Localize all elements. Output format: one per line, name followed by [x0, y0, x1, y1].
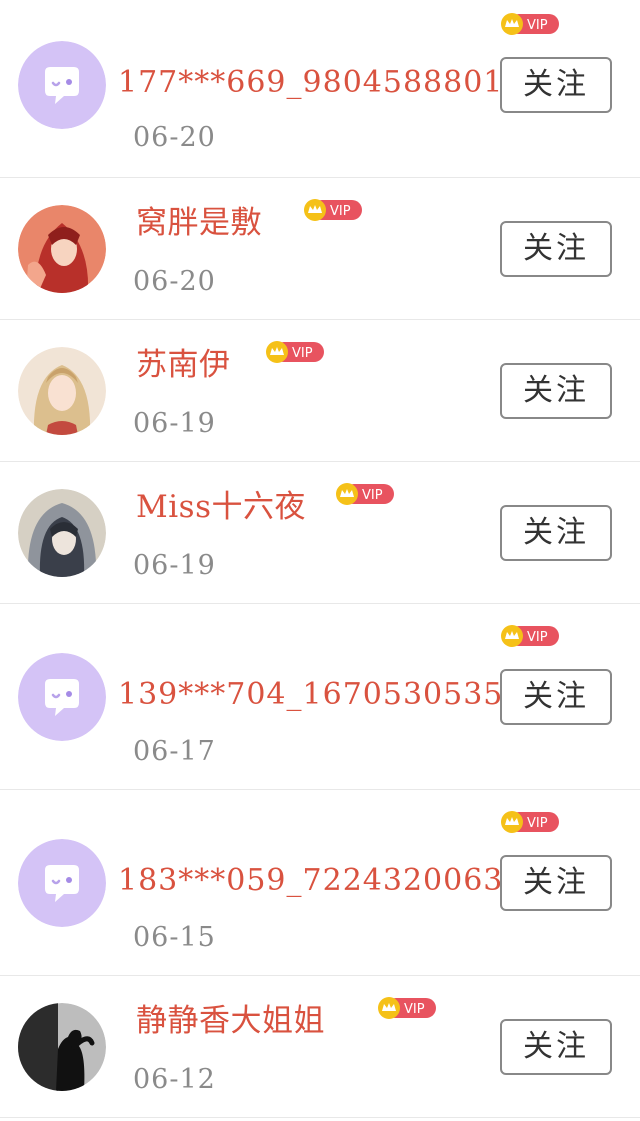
user-name[interactable]: 静静香大姐姐 [136, 1006, 325, 1037]
default-avatar[interactable] [18, 839, 106, 927]
follow-date: 06-19 [133, 408, 216, 439]
svg-text:VIP: VIP [404, 1002, 425, 1017]
list-item[interactable]: VIP 苏南伊 06-19 关注 [0, 320, 640, 462]
svg-text:VIP: VIP [527, 630, 548, 645]
blonde-girl-avatar[interactable] [18, 347, 106, 435]
svg-text:VIP: VIP [362, 488, 383, 503]
svg-text:VIP: VIP [527, 18, 548, 33]
list-item[interactable]: VIP 183***059_7224320063 06-15 关注 [0, 790, 640, 976]
follow-date: 06-20 [133, 122, 216, 153]
user-name[interactable]: 窝胖是敷 [136, 208, 262, 239]
svg-text:VIP: VIP [527, 816, 548, 831]
follow-date: 06-12 [133, 1064, 216, 1095]
hooded-girl-avatar[interactable] [18, 489, 106, 577]
follow-button[interactable]: 关注 [500, 221, 612, 277]
follow-button[interactable]: 关注 [500, 363, 612, 419]
vip-badge: VIP [501, 811, 559, 833]
list-item[interactable]: VIP Miss十六夜 06-19 关注 [0, 462, 640, 604]
list-item[interactable]: VIP 静静香大姐姐 06-12 关注 [0, 976, 640, 1118]
user-name[interactable]: 183***059_7224320063 [118, 866, 503, 896]
vip-badge: VIP [336, 483, 394, 505]
list-item[interactable]: VIP 177***669_9804588801 06-20 关注 [0, 0, 640, 178]
user-name[interactable]: 苏南伊 [136, 350, 231, 381]
follow-date: 06-17 [133, 736, 216, 767]
follow-date: 06-15 [133, 922, 216, 953]
svg-text:VIP: VIP [292, 346, 313, 361]
follow-button[interactable]: 关注 [500, 505, 612, 561]
follow-date: 06-20 [133, 266, 216, 297]
follower-list: VIP 177***669_9804588801 06-20 关注 VIP 窝胖… [0, 0, 640, 1121]
follow-button[interactable]: 关注 [500, 669, 612, 725]
vip-badge: VIP [501, 625, 559, 647]
list-item[interactable]: VIP 139***704_1670530535 06-17 关注 [0, 604, 640, 790]
vip-badge: VIP [266, 341, 324, 363]
follow-date: 06-19 [133, 550, 216, 581]
user-name[interactable]: 139***704_1670530535 [118, 680, 503, 710]
user-name[interactable]: 177***669_9804588801 [118, 68, 503, 98]
svg-text:VIP: VIP [330, 204, 351, 219]
follow-button[interactable]: 关注 [500, 855, 612, 911]
default-avatar[interactable] [18, 41, 106, 129]
default-avatar[interactable] [18, 653, 106, 741]
dark-silhouette-avatar[interactable] [18, 1003, 106, 1091]
follow-button[interactable]: 关注 [500, 1019, 612, 1075]
vip-badge: VIP [304, 199, 362, 221]
vip-badge: VIP [378, 997, 436, 1019]
vip-badge: VIP [501, 13, 559, 35]
follow-button[interactable]: 关注 [500, 57, 612, 113]
list-item[interactable]: VIP 窝胖是敷 06-20 关注 [0, 178, 640, 320]
user-name[interactable]: Miss十六夜 [136, 492, 306, 523]
red-hair-girl-avatar[interactable] [18, 205, 106, 293]
